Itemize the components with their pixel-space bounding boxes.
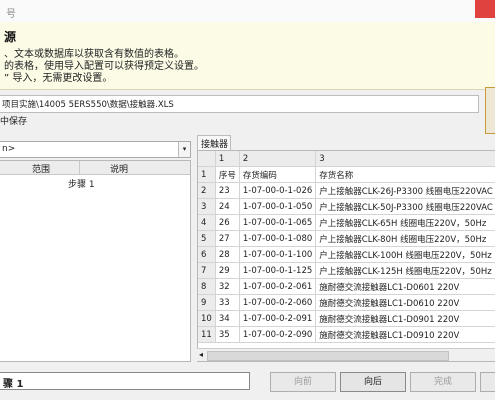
range-row[interactable]: 步骤 1	[68, 177, 95, 190]
cancel-button[interactable]	[480, 372, 495, 392]
table-row[interactable]: 1 序号 存货编码 存货名称	[198, 166, 495, 183]
finish-button[interactable]: 完成	[410, 372, 476, 392]
grid-table: 1 2 3 1 序号 存货编码 存货名称 2 23 1-07-00-0-1-026 户上接触器CLK…	[198, 151, 495, 343]
column-divider	[79, 161, 80, 174]
column-header-range: 范围	[32, 165, 51, 175]
grid-cell[interactable]: 24	[215, 198, 240, 215]
row-number[interactable]: 11	[198, 326, 216, 343]
row-number[interactable]: 6	[198, 246, 216, 263]
grid-cell[interactable]: 施耐德交流接触器LC1-D0901 220V	[315, 310, 495, 327]
step-indicator: 骤 1	[0, 372, 250, 390]
chevron-down-icon[interactable]: ▾	[178, 142, 190, 157]
grid-cell[interactable]: 施耐德交流接触器LC1-D0610 220V	[315, 294, 495, 311]
column-header-desc: 说明	[110, 165, 129, 175]
row-number[interactable]: 7	[198, 262, 216, 279]
file-path-text: 项目实施\14005 5ERS550\数据\接触器.XLS	[2, 100, 174, 110]
table-row[interactable]: 11 35 1-07-00-0-2-090 施耐德交流接触器LC1-D0910 220…	[198, 326, 495, 343]
table-row[interactable]: 9 33 1-07-00-0-2-060 施耐德交流接触器LC1-D0610 220V	[198, 294, 495, 311]
grid-cell[interactable]: 1-07-00-0-1-080	[239, 230, 317, 247]
grid-cell[interactable]: 32	[215, 278, 240, 295]
range-combo-value: n>	[2, 144, 16, 154]
table-row[interactable]: 7 29 1-07-00-0-1-125 户上接触器CLK-125H 线圈电压220V…	[198, 262, 495, 279]
grid-cell[interactable]: 序号	[215, 166, 240, 183]
info-panel: 源 、文本或数据库以获取含有数值的表格。 的表格，使用导入配置可以获得预定义设置…	[0, 22, 495, 90]
grid-cell[interactable]: 户上接触器CLK-100H 线圈电压220V，50Hz	[315, 246, 495, 263]
row-number[interactable]: 9	[198, 294, 216, 311]
data-grid: 1 2 3 1 序号 存货编码 存货名称 2 23 1-07-00-0-1-026 户上接触器CLK…	[197, 150, 495, 362]
grid-cell[interactable]: 户上接触器CLK-26J-P3300 线圈电压220VAC	[315, 182, 495, 199]
grid-cell[interactable]: 35	[215, 326, 240, 343]
grid-cell[interactable]: 23	[215, 182, 240, 199]
grid-cell[interactable]: 1-07-00-0-1-050	[239, 198, 317, 215]
scroll-thumb[interactable]	[207, 351, 449, 361]
grid-cell[interactable]: 户上接触器CLK-50J-P3300 线圈电压220VAC	[315, 198, 495, 215]
grid-cell[interactable]: 26	[215, 214, 240, 231]
row-number[interactable]: 1	[198, 166, 216, 183]
grid-cell[interactable]: 1-07-00-0-1-026	[239, 182, 317, 199]
grid-cell[interactable]: 户上接触器CLK-80H 线圈电压220V，50Hz	[315, 230, 495, 247]
grid-cell[interactable]: 户上接触器CLK-125H 线圈电压220V，50Hz	[315, 262, 495, 279]
close-button[interactable]	[475, 0, 495, 18]
grid-cell[interactable]: 施耐德交流接触器LC1-D0601 220V	[315, 278, 495, 295]
grid-cell[interactable]: 28	[215, 246, 240, 263]
row-number[interactable]: 4	[198, 214, 216, 231]
grid-column-header[interactable]: 2	[239, 151, 317, 167]
grid-cell[interactable]: 29	[215, 262, 240, 279]
grid-column-header[interactable]: 1	[215, 151, 240, 167]
range-table: 范围 说明 步骤 1	[0, 160, 191, 362]
grid-header-row: 123	[198, 151, 495, 167]
grid-cell[interactable]: 1-07-00-0-2-060	[239, 294, 317, 311]
grid-cell[interactable]: 33	[215, 294, 240, 311]
sheet-tab-label: 接触器	[201, 140, 229, 150]
grid-cell[interactable]: 1-07-00-0-2-090	[239, 326, 317, 343]
row-number[interactable]: 3	[198, 198, 216, 215]
grid-cell[interactable]: 存货编码	[239, 166, 317, 183]
info-line-3: ” 导入，无需更改设置。	[4, 73, 113, 84]
window-title: 号	[6, 9, 16, 20]
table-row[interactable]: 3 24 1-07-00-0-1-050 户上接触器CLK-50J-P3300 线圈电…	[198, 198, 495, 215]
info-heading: 源	[4, 30, 17, 44]
grid-cell[interactable]: 34	[215, 310, 240, 327]
table-row[interactable]: 5 27 1-07-00-0-1-080 户上接触器CLK-80H 线圈电压220V，…	[198, 230, 495, 247]
grid-cell[interactable]: 存货名称	[315, 166, 495, 183]
grid-column-header[interactable]: 3	[315, 151, 495, 167]
range-combo[interactable]: n> ▾	[0, 141, 191, 158]
grid-cell[interactable]: 1-07-00-0-1-065	[239, 214, 317, 231]
sheet-tab[interactable]: 接触器	[197, 135, 231, 150]
table-row[interactable]: 4 26 1-07-00-0-1-065 户上接触器CLK-65H 线圈电压220V，…	[198, 214, 495, 231]
row-number[interactable]: 2	[198, 182, 216, 199]
row-number[interactable]: 5	[198, 230, 216, 247]
table-row[interactable]: 8 32 1-07-00-0-2-061 施耐德交流接触器LC1-D0601 220V	[198, 278, 495, 295]
file-path-field[interactable]: 项目实施\14005 5ERS550\数据\接触器.XLS	[0, 95, 479, 113]
grid-cell[interactable]: 1-07-00-0-2-091	[239, 310, 317, 327]
grid-cell[interactable]: 户上接触器CLK-65H 线圈电压220V，50Hz	[315, 214, 495, 231]
range-row-label: 步骤 1	[68, 180, 95, 190]
title-bar: 号	[0, 0, 495, 23]
row-number[interactable]: 8	[198, 278, 216, 295]
grid-cell[interactable]: 1-07-00-0-1-100	[239, 246, 317, 263]
save-option-label[interactable]: 中保存	[0, 114, 27, 127]
grid-cell[interactable]: 1-07-00-0-1-125	[239, 262, 317, 279]
grid-corner[interactable]	[198, 151, 216, 167]
next-button[interactable]: 向后	[340, 372, 406, 392]
range-table-header: 范围 说明	[0, 161, 190, 175]
horizontal-scrollbar[interactable]: ◂	[197, 348, 495, 361]
table-row[interactable]: 6 28 1-07-00-0-1-100 户上接触器CLK-100H 线圈电压220V…	[198, 246, 495, 263]
table-row[interactable]: 10 34 1-07-00-0-2-091 施耐德交流接触器LC1-D0901 220…	[198, 310, 495, 327]
prev-button[interactable]: 向前	[270, 372, 336, 392]
grid-cell[interactable]: 施耐德交流接触器LC1-D0910 220V	[315, 326, 495, 343]
grid-cell[interactable]: 1-07-00-0-2-061	[239, 278, 317, 295]
grid-cell[interactable]: 27	[215, 230, 240, 247]
table-row[interactable]: 2 23 1-07-00-0-1-026 户上接触器CLK-26J-P3300 线圈电…	[198, 182, 495, 199]
row-number[interactable]: 10	[198, 310, 216, 327]
step-label: 骤 1	[3, 379, 24, 390]
scroll-left-icon[interactable]: ◂	[199, 350, 203, 359]
browse-button[interactable]	[485, 87, 495, 134]
